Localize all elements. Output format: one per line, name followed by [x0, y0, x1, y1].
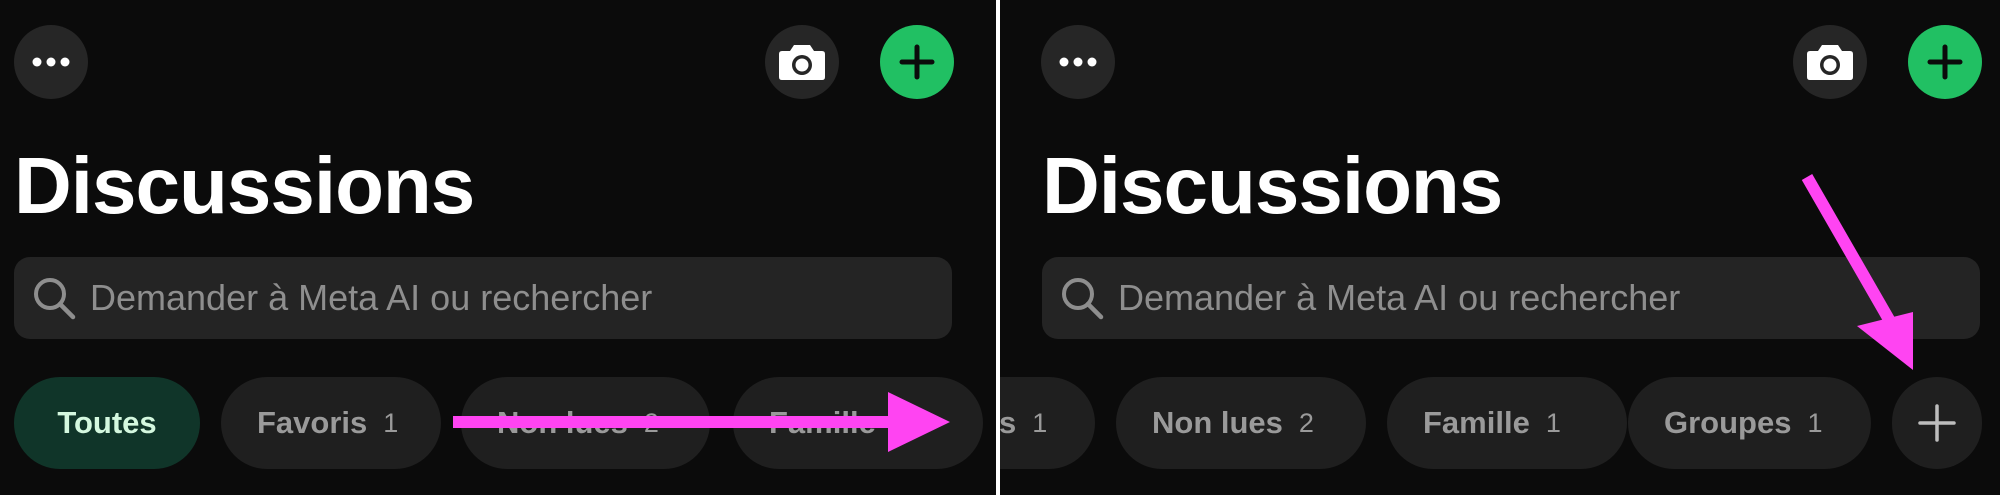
- filter-chip-favoris[interactable]: Favoris 1: [1000, 377, 1095, 469]
- filter-chip-non-lues[interactable]: Non lues 2: [461, 377, 710, 469]
- ellipsis-icon: [1059, 57, 1097, 67]
- plus-icon: [1927, 44, 1963, 80]
- filter-count: 1: [891, 407, 907, 438]
- filter-label: Non lues: [497, 405, 628, 440]
- camera-icon: [1807, 45, 1853, 80]
- screenshot-after: Discussions Favoris1 Non lues2 Famille1 …: [1000, 0, 2000, 495]
- filter-label: Groupes: [1664, 405, 1792, 440]
- more-options-button[interactable]: [1041, 25, 1115, 99]
- new-chat-button[interactable]: [880, 25, 954, 99]
- filter-chip-groupes[interactable]: Groupes 1: [1628, 377, 1871, 469]
- more-options-button[interactable]: [14, 25, 88, 99]
- search-bar[interactable]: [1042, 257, 1980, 339]
- search-input[interactable]: [88, 276, 932, 320]
- screenshot-before: Discussions Toutes Favoris 1 Non lues 2 Fa…: [0, 0, 996, 495]
- filter-count: 2: [643, 407, 659, 438]
- search-bar[interactable]: [14, 257, 952, 339]
- camera-icon: [779, 45, 825, 80]
- page-title: Discussions: [1042, 141, 1503, 230]
- add-filter-button[interactable]: [1892, 377, 1982, 469]
- page-title: Discussions: [14, 141, 475, 230]
- filter-count: 1: [383, 407, 399, 438]
- filter-chip-famille[interactable]: Famille 1: [733, 377, 983, 469]
- filter-chip-famille[interactable]: Famille 1: [1387, 377, 1627, 469]
- filter-label: Toutes: [57, 405, 157, 440]
- filter-count: 1: [1545, 407, 1561, 438]
- search-icon: [34, 278, 76, 320]
- filter-label: Famille: [769, 405, 876, 440]
- new-chat-button[interactable]: [1908, 25, 1982, 99]
- filter-count: 1: [1807, 407, 1823, 438]
- filter-chip-non-lues[interactable]: Non lues 2: [1116, 377, 1366, 469]
- plus-icon: [899, 44, 935, 80]
- filter-chip-favoris[interactable]: Favoris 1: [221, 377, 441, 469]
- filter-label: Favoris: [1000, 405, 1017, 440]
- filter-label: Famille: [1423, 405, 1530, 440]
- filter-label: Non lues: [1152, 405, 1283, 440]
- filter-chip-toutes[interactable]: Toutes: [14, 377, 200, 469]
- search-input[interactable]: [1116, 276, 1960, 320]
- camera-button[interactable]: [1793, 25, 1867, 99]
- search-icon: [1062, 278, 1104, 320]
- filter-label: Favoris: [257, 405, 368, 440]
- camera-button[interactable]: [765, 25, 839, 99]
- filter-count: 2: [1298, 407, 1314, 438]
- ellipsis-icon: [32, 57, 70, 67]
- filter-count: 1: [1032, 407, 1048, 438]
- plus-icon: [1918, 404, 1956, 442]
